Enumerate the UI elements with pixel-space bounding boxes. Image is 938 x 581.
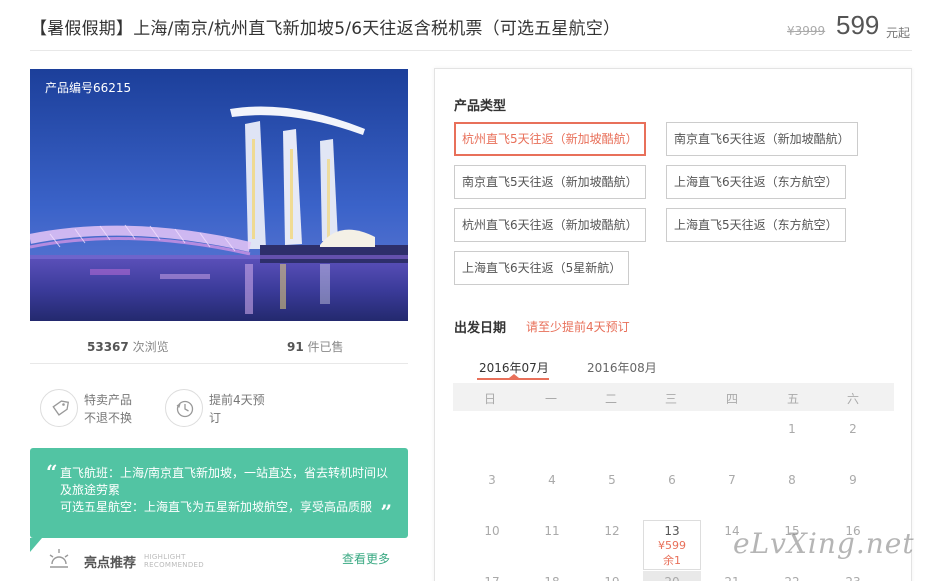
calendar-day: 12 (604, 524, 620, 538)
calendar-day: 21 (717, 575, 747, 581)
product-title: 【暑假假期】上海/南京/杭州直飞新加坡5/6天往返含税机票（可选五星航空） (30, 19, 621, 39)
product-option-5[interactable]: 杭州直飞6天往返（新加坡酷航） (454, 208, 646, 242)
calendar-day: 2 (849, 422, 857, 436)
price-unit: 元起 (886, 26, 911, 40)
calendar-day: 6 (668, 473, 676, 487)
highlight-line: 直飞航班：上海/南京直飞新加坡，一站直达，省去转机时间以及旅途劳累 (60, 466, 389, 497)
booking-hint: 请至少提前4天预订 (526, 320, 630, 334)
product-stats: 53367 次浏览 91 件已售 (30, 330, 408, 364)
tag-icon (40, 389, 78, 427)
page-header: 【暑假假期】上海/南京/杭州直飞新加坡5/6天往返含税机票（可选五星航空） ¥3… (0, 0, 938, 52)
calendar-day: 10 (484, 524, 500, 538)
product-type-label: 产品类型 (454, 99, 507, 114)
weekday-label: 五 (786, 392, 799, 406)
active-month-arrow-icon (509, 374, 519, 378)
calendar-day: 3 (488, 473, 496, 487)
calendar-day: 7 (728, 473, 736, 487)
site-watermark: eLvXing.net (733, 527, 915, 560)
calendar-day-remaining: 余1 (663, 554, 681, 567)
feature-line: 订 (209, 411, 222, 425)
calendar-day: 22 (777, 575, 807, 581)
product-code: 产品编号66215 (45, 81, 132, 95)
highlights-title-en: RECOMMENDED (144, 561, 204, 569)
quote-close-icon: ” (380, 500, 392, 524)
feature-line: 提前4天预 (209, 393, 265, 407)
quote-open-icon: “ (46, 460, 58, 484)
calendar-day: 23 (838, 575, 868, 581)
calendar-day: 9 (849, 473, 857, 487)
departure-date-label: 出发日期 (454, 321, 507, 336)
highlight-line: 可选五星航空：上海直飞为五星新加坡航空，享受高品质服 (60, 500, 373, 514)
highlights-box: “ 直飞航班：上海/南京直飞新加坡，一站直达，省去转机时间以及旅途劳累 可选五星… (30, 448, 408, 538)
sun-icon (49, 549, 69, 568)
header-divider (30, 50, 912, 51)
product-option-3[interactable]: 南京直飞5天往返（新加坡酷航） (454, 165, 646, 199)
weekday-label: 日 (483, 392, 496, 406)
sold-count: 91 件已售 (287, 340, 344, 354)
product-option-7[interactable]: 上海直飞6天往返（5星新航） (454, 251, 630, 285)
product-option-2[interactable]: 南京直飞6天往返（新加坡酷航） (666, 122, 858, 156)
calendar-day: 8 (788, 473, 796, 487)
highlights-title: 亮点推荐 (84, 556, 137, 571)
calendar-day: 5 (608, 473, 616, 487)
product-photo[interactable] (30, 69, 408, 321)
product-option-1[interactable]: 杭州直飞5天往返（新加坡酷航） (454, 122, 646, 156)
calendar-day: 19 (597, 575, 627, 581)
calendar-day: 11 (544, 524, 560, 538)
weekday-label: 二 (604, 392, 617, 406)
calendar-day: 18 (537, 575, 567, 581)
current-price: 599 (836, 10, 880, 40)
month-tab-august[interactable]: 2016年08月 (587, 359, 657, 376)
calendar-day-price: ¥599 (658, 539, 686, 552)
weekday-label: 四 (725, 392, 738, 406)
weekday-header: 日 一 二 三 四 五 六 (453, 383, 894, 411)
original-price: ¥3999 (787, 24, 826, 38)
highlights-header: 亮点推荐 HIGHLIGHT RECOMMENDED 查看更多 (30, 540, 408, 580)
calendar-day: 20 (657, 575, 687, 581)
product-option-4[interactable]: 上海直飞6天往返（东方航空） (666, 165, 846, 199)
product-option-6[interactable]: 上海直飞5天往返（东方航空） (666, 208, 846, 242)
view-more-link[interactable]: 查看更多 (342, 550, 390, 567)
feature-line: 不退不换 (84, 411, 133, 425)
calendar-day-number: 13 (664, 524, 680, 538)
highlights-title-en: HIGHLIGHT (144, 553, 186, 561)
active-month-underline (477, 378, 549, 380)
calendar-day-available[interactable]: 13 ¥599 余1 (643, 520, 701, 570)
weekday-label: 三 (664, 392, 677, 406)
clock-icon (165, 389, 203, 427)
feature-line: 特卖产品 (84, 393, 133, 407)
weekday-label: 六 (846, 392, 859, 406)
calendar-day: 1 (788, 422, 796, 436)
calendar-day: 4 (548, 473, 556, 487)
view-count: 53367 次浏览 (87, 340, 169, 354)
booking-panel: 产品类型 杭州直飞5天往返（新加坡酷航） 南京直飞6天往返（新加坡酷航） 南京直… (434, 68, 912, 581)
weekday-label: 一 (544, 392, 557, 406)
calendar-day: 17 (477, 575, 507, 581)
